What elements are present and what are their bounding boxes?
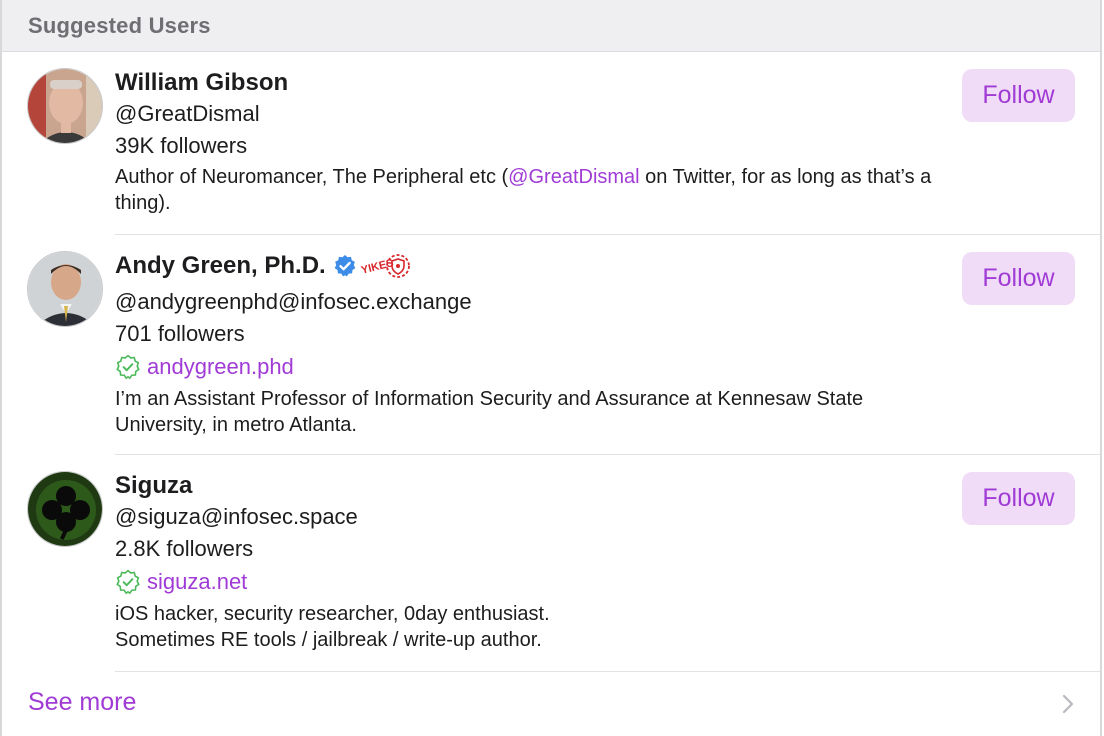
bio-line: iOS hacker, security researcher, 0day en… — [115, 603, 550, 625]
verified-link-icon — [116, 354, 140, 380]
follower-count: 701 followers — [115, 321, 245, 346]
user-card: William Gibson @GreatDismal 39K follower… — [2, 52, 1100, 234]
verified-link-icon — [116, 569, 140, 595]
follower-count: 39K followers — [115, 133, 248, 158]
profile-link-text[interactable]: siguza.net — [147, 569, 247, 595]
yikes-badge-icon: YIKES — [360, 254, 410, 278]
section-title: Suggested Users — [28, 12, 211, 38]
user-bio: iOS hacker, security researcher, 0day en… — [115, 601, 950, 653]
avatar[interactable] — [27, 251, 103, 327]
avatar[interactable] — [27, 471, 103, 547]
user-handle: @siguza@infosec.space — [115, 504, 358, 529]
follow-button[interactable]: Follow — [962, 472, 1075, 525]
see-more-link[interactable]: See more — [28, 688, 136, 717]
user-handle: @andygreenphd@infosec.exchange — [115, 289, 472, 314]
user-card: Andy Green, Ph.D. YIKES @andygreenphd@in… — [2, 235, 1100, 453]
section-header: Suggested Users — [2, 0, 1100, 52]
profile-link[interactable]: siguza.net — [115, 565, 950, 599]
chevron-right-icon — [1062, 694, 1074, 714]
bio-text: Author of Neuromancer, The Peripheral et… — [115, 166, 509, 188]
user-bio: I’m an Assistant Professor of Informatio… — [115, 388, 864, 436]
verified-check-icon — [334, 255, 356, 277]
profile-link[interactable]: andygreen.phd — [115, 350, 950, 384]
user-bio: Author of Neuromancer, The Peripheral et… — [115, 164, 950, 216]
user-name[interactable]: Siguza — [115, 472, 192, 500]
user-name[interactable]: William Gibson — [115, 69, 288, 97]
user-card: Siguza @siguza@infosec.space 2.8K follow… — [2, 455, 1100, 671]
see-more-row[interactable]: See more — [2, 672, 1100, 736]
follow-button[interactable]: Follow — [962, 252, 1075, 305]
suggested-users-panel: Suggested Users William Gibson @GreatDis… — [0, 0, 1102, 736]
user-name[interactable]: Andy Green, Ph.D. — [115, 252, 326, 280]
follower-count: 2.8K followers — [115, 536, 254, 561]
profile-link-text[interactable]: andygreen.phd — [147, 354, 294, 380]
user-handle: @GreatDismal — [115, 101, 260, 126]
bio-mention-link[interactable]: @GreatDismal — [508, 166, 639, 188]
follow-button[interactable]: Follow — [962, 69, 1075, 122]
bio-line: Sometimes RE tools / jailbreak / write-u… — [115, 629, 542, 651]
avatar[interactable] — [27, 68, 103, 144]
